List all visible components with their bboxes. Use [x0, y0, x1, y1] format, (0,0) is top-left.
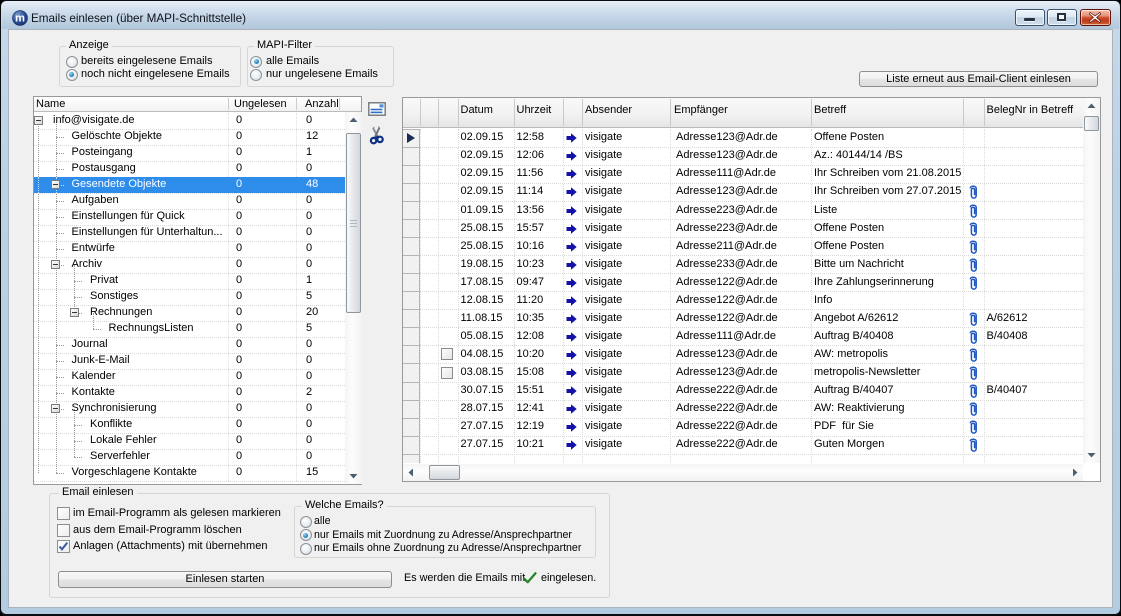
svg-text:m: m	[15, 13, 25, 25]
